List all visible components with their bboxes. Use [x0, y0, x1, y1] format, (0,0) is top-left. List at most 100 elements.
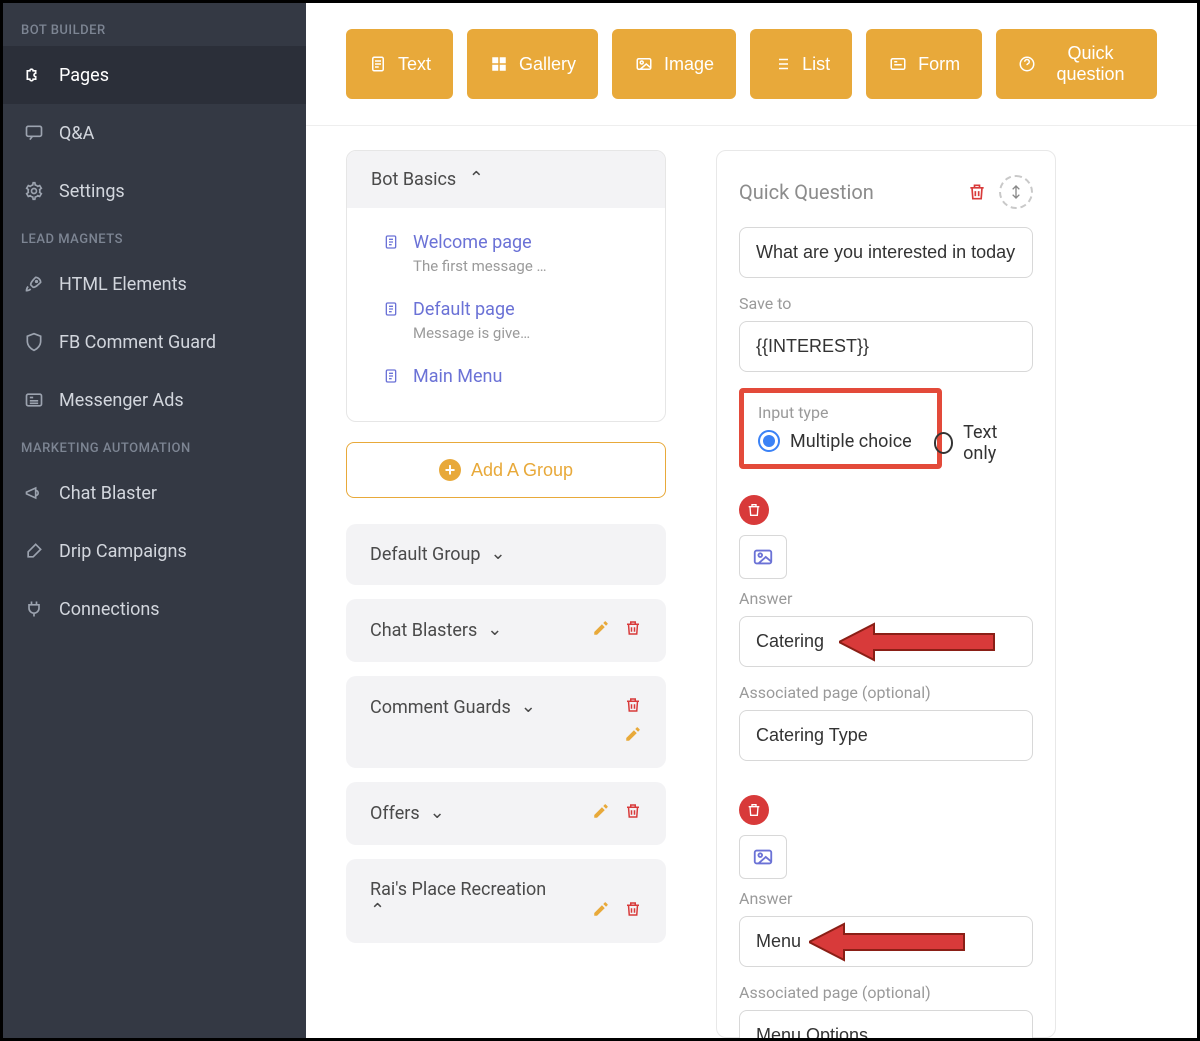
tool-label: Text — [398, 54, 431, 75]
sidebar-label: FB Comment Guard — [59, 332, 216, 353]
answer-image-button[interactable] — [739, 535, 787, 579]
pencil-icon[interactable] — [370, 725, 642, 748]
sidebar-label: Messenger Ads — [59, 390, 184, 411]
group-title: Bot Basics — [371, 169, 456, 190]
page-item-default[interactable]: Default page Message is give… — [359, 287, 653, 354]
page-item-welcome[interactable]: Welcome page The first message … — [359, 220, 653, 287]
plug-icon — [23, 598, 45, 620]
sidebar-label: Pages — [59, 65, 109, 86]
group-row-title: Chat Blasters — [370, 620, 477, 641]
sidebar-item-messenger-ads[interactable]: Messenger Ads — [3, 371, 306, 429]
rocket-icon — [23, 273, 45, 295]
tool-quick-question-button[interactable]: Quick question — [996, 29, 1157, 99]
page-title: Default page — [413, 299, 515, 320]
tool-form-button[interactable]: Form — [866, 29, 982, 99]
answer-image-button[interactable] — [739, 835, 787, 879]
group-row-offers[interactable]: Offers ⌄ — [346, 782, 666, 845]
image-icon — [634, 54, 654, 74]
sidebar-item-settings[interactable]: Settings — [3, 162, 306, 220]
chat-icon — [23, 122, 45, 144]
page-subtitle: The first message … — [413, 257, 629, 275]
megaphone-icon — [23, 482, 45, 504]
associated-page-input[interactable] — [739, 1010, 1033, 1038]
document-icon — [368, 54, 388, 74]
answer-label: Answer — [739, 589, 1033, 608]
sidebar-label: Drip Campaigns — [59, 541, 187, 562]
trash-icon[interactable] — [624, 619, 642, 642]
drag-handle[interactable] — [999, 175, 1033, 209]
groups-column: Bot Basics ⌃ Welcome page The first mess… — [346, 150, 666, 1038]
delete-answer-button[interactable] — [739, 795, 769, 825]
answer-block-1: Answer Associated page (optional) — [739, 495, 1033, 777]
tool-list-button[interactable]: List — [750, 29, 852, 99]
radio-multiple-choice[interactable]: Multiple choice — [758, 430, 912, 452]
question-icon — [1018, 54, 1036, 74]
tool-label: Gallery — [519, 54, 576, 75]
add-group-label: Add A Group — [471, 460, 573, 481]
sidebar-section-lead-magnets: LEAD MAGNETS — [3, 220, 306, 255]
tool-label: Image — [664, 54, 714, 75]
sidebar-item-connections[interactable]: Connections — [3, 580, 306, 638]
widget-toolbar: Text Gallery Image List Form Quick quest… — [306, 3, 1197, 126]
group-row-rais-place[interactable]: Rai's Place Recreation ⌃ — [346, 859, 666, 943]
shield-icon — [23, 331, 45, 353]
group-row-comment-guards[interactable]: Comment Guards ⌄ — [346, 676, 666, 768]
sidebar-label: Q&A — [59, 123, 94, 144]
document-icon — [383, 368, 401, 386]
sidebar-section-bot-builder: BOT BUILDER — [3, 11, 306, 46]
pencil-icon[interactable] — [592, 802, 610, 825]
group-header-bot-basics[interactable]: Bot Basics ⌃ — [347, 151, 665, 208]
answer-input[interactable] — [739, 616, 1033, 667]
associated-page-input[interactable] — [739, 710, 1033, 761]
page-item-main-menu[interactable]: Main Menu — [359, 354, 653, 399]
associated-page-label: Associated page (optional) — [739, 983, 1033, 1002]
tool-text-button[interactable]: Text — [346, 29, 453, 99]
add-group-button[interactable]: + Add A Group — [346, 442, 666, 498]
group-row-chat-blasters[interactable]: Chat Blasters ⌄ — [346, 599, 666, 662]
page-subtitle: Message is give… — [413, 324, 629, 342]
document-icon — [383, 234, 401, 252]
puzzle-icon — [23, 64, 45, 86]
chevron-down-icon: ⌄ — [487, 619, 502, 640]
trash-icon[interactable] — [624, 802, 642, 825]
associated-page-label: Associated page (optional) — [739, 683, 1033, 702]
sidebar-item-html-elements[interactable]: HTML Elements — [3, 255, 306, 313]
sidebar-item-fb-comment-guard[interactable]: FB Comment Guard — [3, 313, 306, 371]
tool-gallery-button[interactable]: Gallery — [467, 29, 598, 99]
panel-title: Quick Question — [739, 180, 874, 204]
save-to-input[interactable] — [739, 321, 1033, 372]
input-type-label: Input type — [758, 403, 923, 422]
trash-icon[interactable] — [624, 696, 642, 719]
radio-text-only[interactable]: Text only — [934, 422, 1025, 464]
group-bot-basics: Bot Basics ⌃ Welcome page The first mess… — [346, 150, 666, 422]
delete-widget-button[interactable] — [963, 178, 991, 206]
gear-icon — [23, 180, 45, 202]
input-type-highlight: Input type Multiple choice — [739, 388, 942, 469]
page-title: Main Menu — [413, 366, 502, 387]
radio-icon — [934, 432, 954, 454]
pencil-icon[interactable] — [592, 900, 610, 923]
form-icon — [888, 54, 908, 74]
chevron-up-icon: ⌃ — [370, 900, 385, 921]
quick-question-panel: Quick Question Save to Input type — [716, 150, 1056, 1038]
answer-block-2: Answer Associated page (optional) — [739, 795, 1033, 1038]
trash-icon[interactable] — [624, 900, 642, 923]
plus-icon: + — [439, 459, 461, 481]
sidebar-section-marketing-automation: MARKETING AUTOMATION — [3, 429, 306, 464]
chevron-up-icon: ⌃ — [469, 168, 484, 189]
answer-input[interactable] — [739, 916, 1033, 967]
delete-answer-button[interactable] — [739, 495, 769, 525]
grid-icon — [489, 54, 509, 74]
dropper-icon — [23, 540, 45, 562]
answer-label: Answer — [739, 889, 1033, 908]
sidebar-item-pages[interactable]: Pages — [3, 46, 306, 104]
pencil-icon[interactable] — [592, 619, 610, 642]
sidebar-item-chat-blaster[interactable]: Chat Blaster — [3, 464, 306, 522]
sidebar-item-qa[interactable]: Q&A — [3, 104, 306, 162]
group-row-default-group[interactable]: Default Group ⌄ — [346, 524, 666, 585]
radio-label: Multiple choice — [790, 431, 912, 452]
sidebar-item-drip-campaigns[interactable]: Drip Campaigns — [3, 522, 306, 580]
question-input[interactable] — [739, 227, 1033, 278]
tool-image-button[interactable]: Image — [612, 29, 736, 99]
sidebar-label: HTML Elements — [59, 274, 187, 295]
